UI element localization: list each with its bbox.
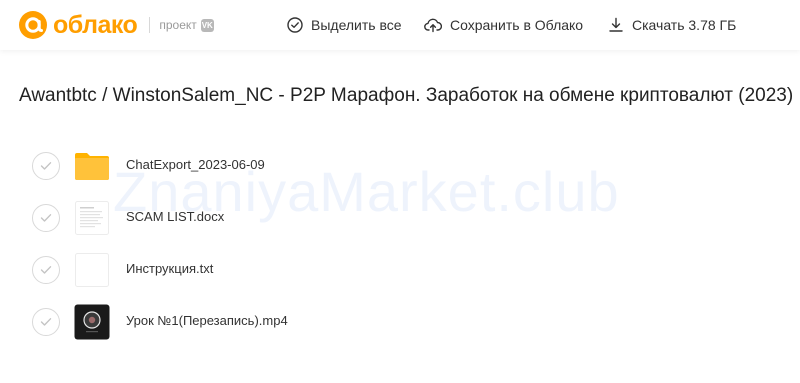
select-checkbox[interactable]	[32, 204, 60, 232]
download-button[interactable]: Скачать 3.78 ГБ	[608, 13, 736, 37]
list-item[interactable]: Урок №1(Перезапись).mp4	[0, 296, 800, 348]
file-name[interactable]: Инструкция.txt	[126, 260, 213, 278]
save-to-cloud-button[interactable]: Сохранить в Облако	[424, 13, 583, 37]
save-to-cloud-label: Сохранить в Облако	[450, 17, 584, 33]
check-icon	[40, 266, 52, 274]
divider	[149, 17, 151, 33]
select-checkbox[interactable]	[32, 308, 60, 336]
logo[interactable]: облако проект VK	[19, 10, 214, 40]
text-file-icon	[75, 253, 109, 287]
select-checkbox[interactable]	[32, 152, 60, 180]
project-label: проект	[159, 18, 197, 32]
logo-at-icon	[19, 11, 47, 39]
select-all-label: Выделить все	[311, 17, 402, 33]
file-name[interactable]: SCAM LIST.docx	[126, 208, 224, 226]
check-circle-icon	[287, 17, 303, 33]
download-label: Скачать 3.78 ГБ	[632, 17, 737, 33]
check-icon	[40, 162, 52, 170]
document-icon	[75, 201, 109, 235]
file-name[interactable]: Урок №1(Перезапись).mp4	[126, 312, 288, 330]
folder-icon	[75, 153, 109, 180]
page-title: Awantbtc / WinstonSalem_NC - P2P Марафон…	[19, 85, 794, 106]
download-icon	[609, 17, 623, 32]
vk-badge-icon: VK	[200, 18, 214, 32]
list-item[interactable]: SCAM LIST.docx	[0, 192, 800, 244]
check-icon	[40, 214, 52, 222]
check-icon	[40, 318, 52, 326]
file-name[interactable]: ChatExport_2023-06-09	[126, 156, 265, 174]
list-item[interactable]: Инструкция.txt	[0, 244, 800, 296]
top-bar: облако проект VK Выделить все Сохранить …	[0, 0, 800, 50]
list-item[interactable]: ChatExport_2023-06-09	[0, 140, 800, 192]
cloud-upload-icon	[424, 18, 442, 33]
logo-text: облако	[53, 11, 138, 39]
select-checkbox[interactable]	[32, 256, 60, 284]
video-thumbnail-icon	[74, 304, 110, 340]
select-all-button[interactable]: Выделить все	[287, 13, 402, 37]
